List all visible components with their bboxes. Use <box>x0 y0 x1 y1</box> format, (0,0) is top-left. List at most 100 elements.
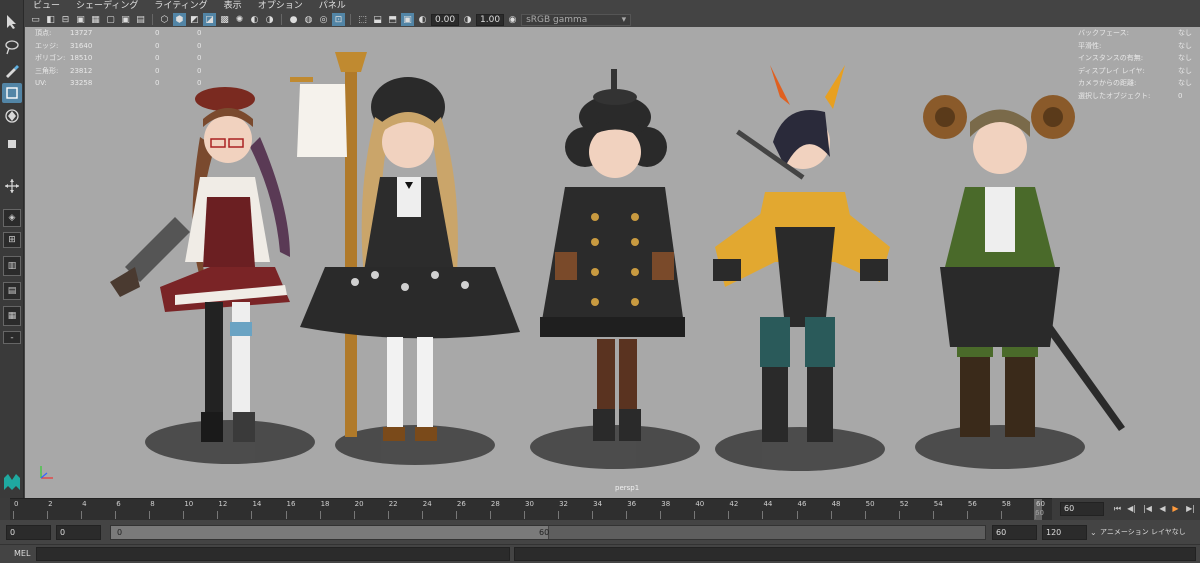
gamma-icon[interactable]: ◑ <box>461 13 474 26</box>
gate-mask-icon[interactable]: ▤ <box>134 13 147 26</box>
paint-select-tool-icon[interactable] <box>2 60 22 80</box>
timeline-tick <box>864 511 866 519</box>
resolution-gate-icon[interactable]: ▣ <box>119 13 132 26</box>
persp-graph-layout-icon[interactable]: ▦ <box>3 306 21 326</box>
select-tool-icon[interactable] <box>2 12 22 32</box>
play-forwards-icon[interactable]: ▶ <box>1170 503 1181 514</box>
timeline-tick <box>81 511 83 519</box>
current-frame-marker-label: 60 <box>1035 509 1044 517</box>
timeline-tick <box>455 511 457 519</box>
timeline-tick <box>830 511 832 519</box>
grid-toggle-icon[interactable]: ▦ <box>89 13 102 26</box>
timeline-tick <box>421 511 423 519</box>
menu-panels[interactable]: パネル <box>311 0 354 12</box>
timeline-tick-label: 54 <box>933 500 943 508</box>
motion-blur-icon[interactable]: ● <box>287 13 300 26</box>
timeline-tick <box>13 511 14 519</box>
character-bunny-warrior[interactable] <box>713 65 890 442</box>
wireframe-icon[interactable]: ⬡ <box>158 13 171 26</box>
exposure-icon[interactable]: ◐ <box>416 13 429 26</box>
menu-shading[interactable]: シェーディング <box>68 0 146 12</box>
film-gate-icon[interactable]: ▢ <box>104 13 117 26</box>
menu-lighting[interactable]: ライティング <box>146 0 215 12</box>
backface-culling-icon[interactable]: ▣ <box>401 13 414 26</box>
persp-outliner-layout-icon[interactable]: ▤ <box>3 282 21 300</box>
end-time-field[interactable]: 120 <box>1042 525 1087 540</box>
character-gothic-girl[interactable] <box>290 52 520 441</box>
color-management-icon[interactable]: ◉ <box>506 13 519 26</box>
xray-joints-icon[interactable]: ⬓ <box>371 13 384 26</box>
time-slider[interactable]: 60 0 2 4 6 8 10 12 14 16 18 20 22 24 26 28 30 32 34 36 38 40… <box>0 498 1200 521</box>
select-camera-icon[interactable]: ▭ <box>29 13 42 26</box>
start-time-field[interactable]: 0 <box>6 525 51 540</box>
timeline-tick-label: 36 <box>627 500 637 508</box>
range-slider-handle[interactable]: 0 60 <box>111 526 549 539</box>
character-beret-girl[interactable] <box>110 87 290 442</box>
playback-start-field[interactable]: 0 <box>56 525 101 540</box>
script-language-label[interactable]: MEL <box>14 548 30 560</box>
screen-space-ao-icon[interactable]: ◑ <box>263 13 276 26</box>
bookmarks-icon[interactable]: ⊟ <box>59 13 72 26</box>
move-tool-icon[interactable] <box>2 83 22 103</box>
camera-attributes-icon[interactable]: ◧ <box>44 13 57 26</box>
timeline-tick <box>898 511 900 519</box>
timeline-tick-label: 50 <box>865 500 875 508</box>
play-backwards-icon[interactable]: ◀ <box>1157 503 1168 514</box>
use-all-lights-icon[interactable]: ✺ <box>233 13 246 26</box>
step-back-key-icon[interactable]: ◀| <box>1126 503 1137 514</box>
timeline-tick-label: 46 <box>797 500 807 508</box>
time-ruler[interactable]: 60 0 2 4 6 8 10 12 14 16 18 20 22 24 26 28 30 32 34 36 38 40… <box>10 498 1052 521</box>
last-tool-icon[interactable] <box>2 176 22 196</box>
playback-end-field[interactable]: 60 <box>992 525 1037 540</box>
chevron-down-icon: ▾ <box>621 14 627 25</box>
toolbar-divider <box>152 14 153 25</box>
maya-logo-icon <box>0 472 24 492</box>
multisample-icon[interactable]: ◍ <box>302 13 315 26</box>
default-material-icon[interactable]: ◩ <box>188 13 201 26</box>
more-layouts-icon[interactable]: - <box>3 331 21 344</box>
anim-layer-select[interactable]: アニメーション レイヤなし <box>1100 525 1186 540</box>
view-transform-select[interactable]: sRGB gamma ▾ <box>521 13 632 26</box>
lasso-tool-icon[interactable] <box>2 37 22 57</box>
timeline-tick <box>1000 511 1002 519</box>
scale-tool-icon[interactable] <box>2 134 22 154</box>
shadows-icon[interactable]: ◐ <box>248 13 261 26</box>
gamma-field[interactable]: 1.00 <box>476 13 505 26</box>
xray-icon[interactable]: ⬚ <box>356 13 369 26</box>
timeline-tick <box>353 511 355 519</box>
timeline-tick <box>796 511 798 519</box>
timeline-tick-label: 30 <box>525 500 534 508</box>
timeline-tick <box>524 511 525 519</box>
single-view-layout-icon[interactable]: ◈ <box>3 209 21 227</box>
textured-icon[interactable]: ▩ <box>218 13 231 26</box>
character-horn-girl[interactable] <box>923 95 1125 437</box>
anim-layer-dropdown-icon[interactable]: ⌄ <box>1090 525 1097 540</box>
menu-options[interactable]: オプション <box>250 0 311 12</box>
depth-of-field-icon[interactable]: ◎ <box>317 13 330 26</box>
two-view-layout-icon[interactable]: ▥ <box>3 256 21 276</box>
step-back-frame-icon[interactable]: |◀ <box>1142 503 1153 514</box>
viewport-persp[interactable]: 頂点: 13727 0 0 エッジ: 31640 0 0 ポリゴン: 18510 0 0 三角形:… <box>25 27 1200 498</box>
step-forward-frame-icon[interactable]: ▶| <box>1185 503 1196 514</box>
timeline-tick <box>149 511 151 519</box>
camera-name-label: persp1 <box>615 484 640 492</box>
timeline-tick <box>626 511 628 519</box>
character-coat-girl[interactable] <box>540 69 685 441</box>
menu-show[interactable]: 表示 <box>216 0 250 12</box>
current-frame-field[interactable]: 60 <box>1060 502 1104 516</box>
wireframe-on-shaded-icon[interactable]: ◪ <box>203 13 216 26</box>
timeline-tick-label: 52 <box>899 500 909 508</box>
menu-view[interactable]: ビュー <box>25 0 68 12</box>
range-slider-track[interactable]: 0 60 <box>110 525 986 540</box>
smooth-shade-icon[interactable]: ⬢ <box>173 13 186 26</box>
exposure-field[interactable]: 0.00 <box>431 13 460 26</box>
mel-command-input[interactable] <box>36 547 510 561</box>
rotate-tool-icon[interactable] <box>2 106 22 126</box>
timeline-tick-label: 42 <box>729 500 739 508</box>
go-to-start-icon[interactable]: ⏮ <box>1112 503 1123 514</box>
image-plane-icon[interactable]: ▣ <box>74 13 87 26</box>
isolate-select-icon[interactable]: ⊡ <box>332 13 345 26</box>
four-view-layout-icon[interactable]: ⊞ <box>3 232 21 248</box>
range-end-label: 60 <box>539 528 550 537</box>
xray-active-icon[interactable]: ⬒ <box>386 13 399 26</box>
